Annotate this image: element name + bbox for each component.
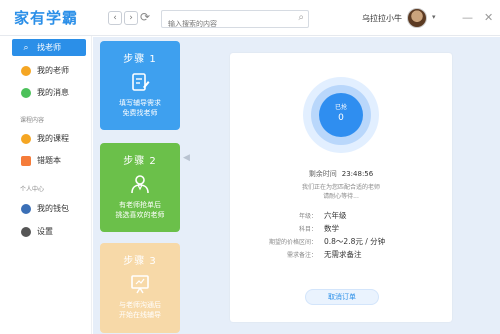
grabbed-count: 0 xyxy=(338,113,344,123)
step-1-card[interactable]: 步骤 1 填写辅导需求 免费找老师 xyxy=(100,41,180,130)
chevron-left-icon: ◀ xyxy=(183,153,190,163)
step-desc-line2: 挑选喜欢的老师 xyxy=(115,211,165,219)
info-key: 年级： xyxy=(298,213,317,220)
sidebar-item-label: 我的老师 xyxy=(37,66,69,75)
step-3-card[interactable]: 步骤 3 与老师沟通后 开始在线辅导 xyxy=(100,243,180,333)
info-key: 期望的价格区间： xyxy=(268,239,317,246)
sidebar-item-label: 设置 xyxy=(37,227,53,236)
step-desc-line2: 开始在线辅导 xyxy=(119,311,161,319)
sidebar-item-my-courses[interactable]: 我的课程 xyxy=(12,130,86,147)
sidebar-item-my-teachers[interactable]: 我的老师 xyxy=(12,62,86,79)
cancel-order-button[interactable]: 取消订单 xyxy=(305,289,379,305)
sidebar-item-label: 错题本 xyxy=(37,156,61,165)
info-value: 无需求备注 xyxy=(324,250,362,259)
app-logo: 家有学霸 xyxy=(14,9,79,27)
close-icon[interactable]: ✕ xyxy=(484,11,493,24)
step-desc-line1: 与老师沟通后 xyxy=(119,301,161,309)
step-desc-line2: 免费找老师 xyxy=(122,109,158,117)
remaining-time-label: 剩余时间 xyxy=(308,170,337,178)
main-area: 步骤 1 填写辅导需求 免费找老师 步骤 2 有老师抢单后 挑选喜欢的老师 ◀ … xyxy=(93,37,500,334)
username[interactable]: 乌拉拉小牛 xyxy=(362,13,402,24)
sidebar-item-label: 我的课程 xyxy=(37,134,69,143)
sidebar-item-label: 找老师 xyxy=(37,43,61,52)
whiteboard-icon xyxy=(129,273,151,295)
message-icon xyxy=(21,87,31,98)
section-title-course: 课程内容 xyxy=(20,117,45,124)
grab-count-ring: 已抢 0 xyxy=(303,77,379,153)
sidebar-item-settings[interactable]: 设置 xyxy=(12,223,86,240)
minimize-icon[interactable]: — xyxy=(462,11,473,24)
sidebar-item-my-wallet[interactable]: 我的钱包 xyxy=(12,200,86,217)
section-title-personal: 个人中心 xyxy=(20,186,45,193)
step-title: 步骤 1 xyxy=(123,54,157,65)
matching-message-line1: 我们正在为您匹配合适的老师 xyxy=(301,184,380,191)
matching-message-line2: 请耐心等待... xyxy=(323,193,359,200)
chevron-down-icon[interactable]: ▾ xyxy=(432,13,436,21)
order-status-card: 已抢 0 剩余时间 23:48:56 我们正在为您匹配合适的老师 请耐心等待...… xyxy=(230,53,452,322)
sidebar: ⌕ 找老师 我的老师 我的消息 课程内容 我的课程 错题本 个人中心 我的钱包 … xyxy=(0,36,92,334)
sidebar-item-label: 我的消息 xyxy=(37,88,69,97)
info-value: 0.8～2.8元 / 分钟 xyxy=(324,237,386,246)
gear-icon xyxy=(21,226,31,237)
sidebar-item-label: 我的钱包 xyxy=(37,204,69,213)
step-title: 步骤 2 xyxy=(123,156,157,167)
sidebar-item-wrong-book[interactable]: 错题本 xyxy=(12,152,86,169)
order-info: 年级： 六年级 科目： 数学 期望的价格区间： 0.8～2.8元 / 分钟 需求… xyxy=(230,209,452,261)
sidebar-item-my-messages[interactable]: 我的消息 xyxy=(12,84,86,101)
wallet-icon xyxy=(21,203,31,214)
info-row-price: 期望的价格区间： 0.8～2.8元 / 分钟 xyxy=(230,235,452,248)
search-icon[interactable]: ⌕ xyxy=(298,12,304,23)
step-title: 步骤 3 xyxy=(123,256,157,267)
back-button[interactable]: ‹ xyxy=(108,11,122,25)
info-row-notes: 需求备注： 无需求备注 xyxy=(230,248,452,261)
info-key: 需求备注： xyxy=(286,252,317,259)
step-desc-line1: 有老师抢单后 xyxy=(119,201,161,209)
matching-message: 我们正在为您匹配合适的老师 请耐心等待... xyxy=(230,183,452,201)
edit-form-icon xyxy=(129,71,151,93)
step-2-card[interactable]: 步骤 2 有老师抢单后 挑选喜欢的老师 xyxy=(100,143,180,232)
grabbed-label: 已抢 xyxy=(334,104,347,111)
info-value: 六年级 xyxy=(324,211,347,220)
sidebar-item-find-teacher[interactable]: ⌕ 找老师 xyxy=(12,39,86,56)
refresh-icon[interactable]: ⟳ xyxy=(140,10,150,24)
search-input[interactable] xyxy=(162,16,288,32)
book-icon xyxy=(21,155,31,166)
info-row-grade: 年级： 六年级 xyxy=(230,209,452,222)
step-desc-line1: 填写辅导需求 xyxy=(119,99,161,107)
remaining-time: 剩余时间 23:48:56 xyxy=(230,169,452,179)
history-nav: ‹ › xyxy=(108,11,138,25)
search-box: ⌕ xyxy=(161,10,309,32)
teacher-icon xyxy=(21,65,31,76)
top-bar: 家有学霸 ‹ › ⟳ ⌕ 乌拉拉小牛 ▾ — ✕ xyxy=(0,0,500,36)
teacher-person-icon xyxy=(129,173,151,195)
info-row-subject: 科目： 数学 xyxy=(230,222,452,235)
info-value: 数学 xyxy=(324,224,339,233)
search-icon: ⌕ xyxy=(23,42,29,53)
remaining-time-value: 23:48:56 xyxy=(341,170,374,178)
course-icon xyxy=(21,133,31,144)
info-key: 科目： xyxy=(298,226,317,233)
avatar[interactable] xyxy=(407,8,427,28)
forward-button[interactable]: › xyxy=(124,11,138,25)
